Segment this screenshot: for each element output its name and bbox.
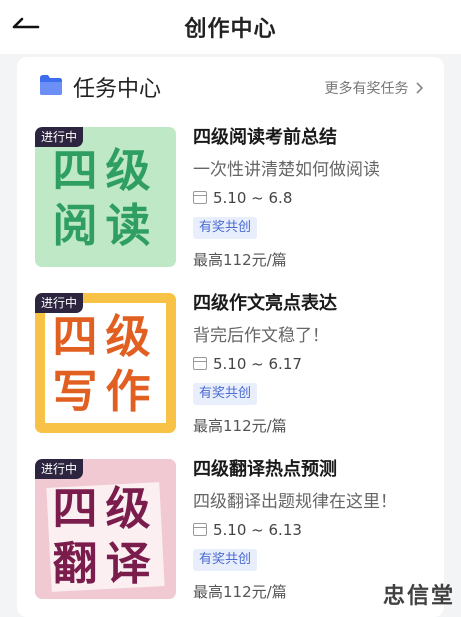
more-tasks-label: 更多有奖任务 xyxy=(324,81,409,97)
task-cover-translation: 四级 翻译 进行中 xyxy=(35,459,176,599)
watermark: 忠信堂 xyxy=(382,584,455,609)
more-tasks-link[interactable]: 更多有奖任务 xyxy=(325,78,424,98)
status-badge: 进行中 xyxy=(35,459,84,479)
task-subtitle: 一次性讲清楚如何做阅读 xyxy=(193,160,380,180)
task-item-writing[interactable]: 四级 写作 进行中 四级作文亮点表达 背完后作文稳了！ 5.10 ~ 6.17 有… xyxy=(35,281,430,435)
task-subtitle: 四级翻译出题规律在这里！ xyxy=(193,492,397,512)
folder-icon xyxy=(39,74,63,96)
cover-title: 四级 翻译 xyxy=(52,482,159,590)
reward-badge: 有奖共创 xyxy=(193,549,258,571)
cover-title: 四级 阅读 xyxy=(52,144,159,252)
task-date: 5.10 ~ 6.8 xyxy=(193,189,292,207)
task-price: 最高112元/篇 xyxy=(193,251,287,269)
task-item-reading[interactable]: 四级 阅读 进行中 四级阅读考前总结 一次性讲清楚如何做阅读 5.10 ~ 6.8… xyxy=(35,115,430,269)
status-badge: 进行中 xyxy=(35,127,84,147)
task-cover-reading: 四级 阅读 进行中 xyxy=(35,127,176,267)
task-item-translation[interactable]: 四级 翻译 进行中 四级翻译热点预测 四级翻译出题规律在这里！ 5.10 ~ 6.… xyxy=(35,447,430,601)
reward-badge: 有奖共创 xyxy=(193,217,258,239)
task-price: 最高112元/篇 xyxy=(193,583,287,601)
status-badge: 进行中 xyxy=(35,293,84,313)
task-center-card: 任务中心 更多有奖任务 四级 阅读 进行中 四级阅读考前总结 一次性讲清楚如何做阅… xyxy=(17,57,444,617)
task-title: 四级作文亮点表达 xyxy=(193,293,337,314)
calendar-icon xyxy=(193,523,207,536)
task-price: 最高112元/篇 xyxy=(193,417,287,435)
section-title: 任务中心 xyxy=(73,77,162,102)
chevron-right-icon xyxy=(413,81,424,97)
calendar-icon xyxy=(193,191,207,204)
reward-badge: 有奖共创 xyxy=(193,383,258,405)
cover-title: 四级 写作 xyxy=(52,310,159,418)
task-date: 5.10 ~ 6.17 xyxy=(193,355,302,373)
task-cover-writing: 四级 写作 进行中 xyxy=(35,293,176,433)
top-bar: 创作中心 xyxy=(0,0,461,54)
calendar-icon xyxy=(193,357,207,370)
task-date: 5.10 ~ 6.13 xyxy=(193,521,302,539)
task-title: 四级翻译热点预测 xyxy=(193,459,337,480)
page-title: 创作中心 xyxy=(184,17,277,42)
task-subtitle: 背完后作文稳了！ xyxy=(193,326,329,346)
task-title: 四级阅读考前总结 xyxy=(193,127,337,148)
